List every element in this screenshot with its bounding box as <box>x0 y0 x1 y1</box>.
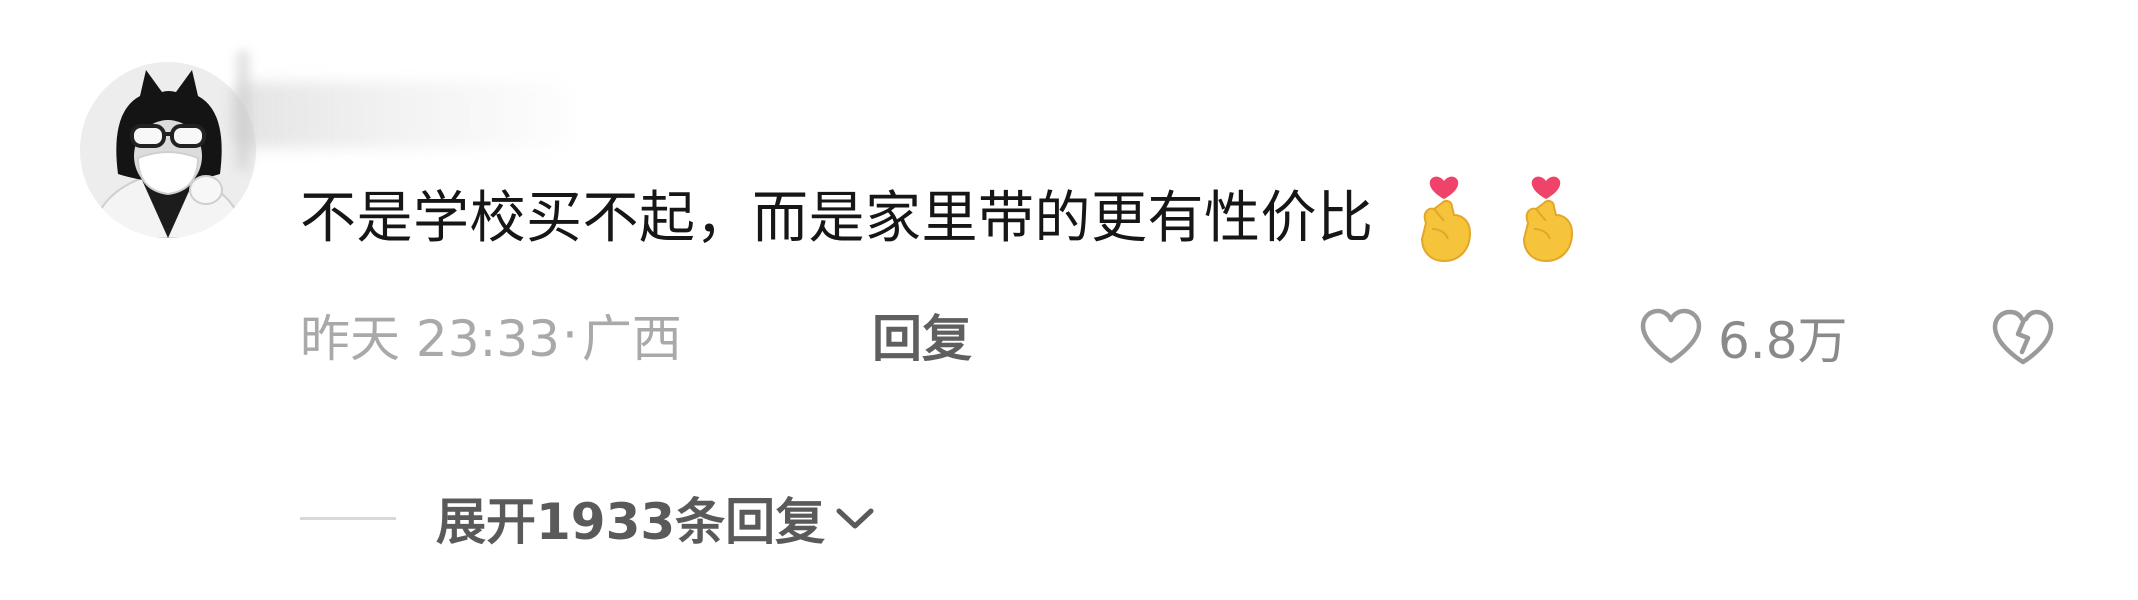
finger-heart-emoji-icon <box>1522 176 1573 263</box>
comment-text: 不是学校买不起，而是家里带的更有性价比 <box>300 186 1374 251</box>
dislike-button[interactable] <box>1990 306 2056 368</box>
user-avatar-photo <box>80 62 256 238</box>
comment-time: 昨天 23:33 <box>300 310 560 368</box>
reply-label: 回复 <box>872 310 972 368</box>
username-redacted[interactable] <box>232 82 572 148</box>
heart-outline-icon <box>1640 308 1702 364</box>
divider-line <box>300 516 396 520</box>
meta-separator: · <box>562 306 578 364</box>
comment-meta: 昨天 23:33 · 广西 <box>300 300 682 370</box>
comment-item: 不是学校买不起，而是家里带的更有性价比 昨天 23:33 · 广西 回复 6.8… <box>0 0 2138 600</box>
username-redacted-mark <box>236 50 250 170</box>
like-button[interactable]: 6.8万 <box>1638 302 1848 372</box>
finger-heart-emoji-icon <box>1420 176 1471 263</box>
reply-button[interactable]: 回复 <box>872 300 972 370</box>
like-count: 6.8万 <box>1718 312 1848 370</box>
chevron-down-icon <box>836 508 874 529</box>
expand-replies-button[interactable]: 展开1933条回复 <box>300 482 877 554</box>
avatar[interactable] <box>80 62 256 238</box>
expand-replies-label: 展开1933条回复 <box>436 493 826 551</box>
comment-location: 广西 <box>581 310 682 368</box>
broken-heart-icon <box>1992 309 2054 365</box>
comment-body: 不是学校买不起，而是家里带的更有性价比 <box>300 164 1582 274</box>
